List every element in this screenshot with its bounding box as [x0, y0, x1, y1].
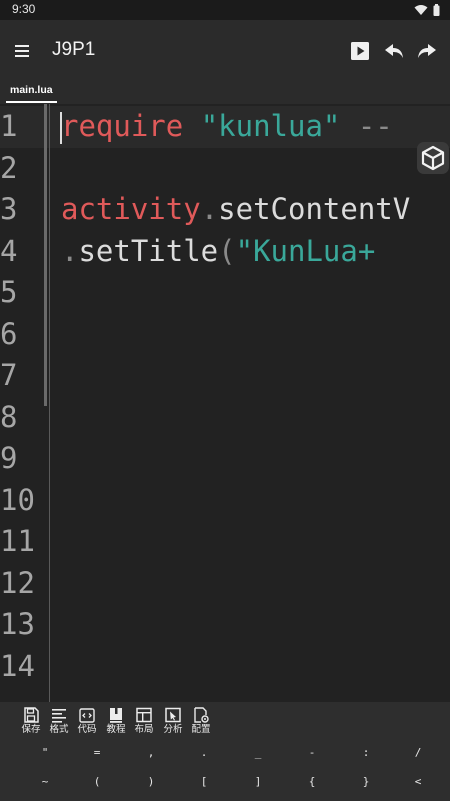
code-token-plain: setTitle	[78, 233, 219, 268]
config-button[interactable]: 配置	[188, 704, 214, 740]
code-token-keyword: require	[61, 109, 184, 143]
code-button[interactable]: 代码	[74, 704, 100, 740]
symbol-key[interactable]: =	[82, 741, 112, 765]
code-token-comment: --	[340, 109, 393, 143]
file-tab-bar: main.lua	[0, 82, 450, 104]
symbol-key[interactable]: {	[297, 770, 327, 794]
line-number: 7	[0, 358, 18, 392]
symbol-key[interactable]: ]	[243, 770, 273, 794]
code-line: activity.setContentV	[61, 189, 410, 230]
symbol-key[interactable]: :	[351, 741, 381, 765]
app-title: J9P1	[52, 39, 96, 60]
gutter-divider	[49, 104, 50, 702]
layout-button[interactable]: 布局	[131, 704, 157, 740]
bottom-toolbar: 保存 格式 代码 教程 布局 分析 配置	[0, 702, 450, 741]
symbol-key[interactable]: -	[297, 741, 327, 765]
tutorial-button[interactable]: 教程	[103, 704, 129, 740]
app-screen: 9:30 J9P1 main.lua 1 2 3 4 5 6 7 8 9 10 …	[0, 0, 450, 801]
app-bar: J9P1	[0, 20, 450, 82]
line-number: 11	[0, 524, 35, 558]
line-number: 6	[0, 316, 18, 351]
menu-icon[interactable]	[10, 39, 34, 63]
line-number: 9	[0, 441, 18, 475]
symbol-key[interactable]: ,	[136, 741, 166, 765]
symbol-input-bar: " =,. _ -: / ~ () [] {} <	[0, 741, 450, 801]
line-number: 12	[0, 565, 35, 600]
undo-button[interactable]	[382, 39, 406, 63]
text-cursor	[60, 112, 62, 144]
editor-scrollbar[interactable]	[44, 104, 47, 406]
line-number: 8	[0, 399, 18, 434]
redo-icon	[415, 44, 439, 67]
symbol-key[interactable]: }	[351, 770, 381, 794]
line-number: 2	[0, 150, 18, 185]
line-number: 5	[0, 275, 18, 309]
line-number: 1	[0, 109, 18, 143]
line-number: 4	[0, 233, 18, 268]
symbol-key[interactable]: )	[136, 770, 166, 794]
code-line: require "kunlua" --	[61, 106, 393, 147]
symbol-key[interactable]: ~	[30, 770, 60, 794]
analyze-button[interactable]: 分析	[160, 704, 186, 740]
line-number: 14	[0, 648, 35, 683]
line-number: 3	[0, 192, 18, 226]
status-bar: 9:30	[0, 0, 450, 20]
symbol-key[interactable]: /	[403, 741, 433, 765]
status-time: 9:30	[12, 2, 36, 16]
code-token-punct: .	[61, 233, 79, 268]
symbol-key[interactable]: [	[189, 770, 219, 794]
symbol-key[interactable]: _	[243, 741, 273, 765]
line-number: 10	[0, 482, 35, 517]
battery-icon	[433, 1, 440, 20]
run-button[interactable]	[348, 39, 372, 63]
tab-label: main.lua	[10, 84, 53, 96]
code-token-punct: .	[200, 192, 219, 226]
code-line: .setTitle("KunLua+	[61, 231, 375, 272]
symbol-key[interactable]: .	[189, 741, 219, 765]
active-tab-indicator	[6, 101, 57, 103]
symbol-key[interactable]: (	[82, 770, 112, 794]
code-token-string: "KunLua+	[235, 233, 376, 268]
tab-main-lua[interactable]: main.lua	[6, 82, 57, 104]
status-icons	[414, 3, 440, 17]
symbol-key[interactable]: "	[30, 741, 60, 765]
line-number: 13	[0, 607, 35, 641]
wifi-icon	[414, 1, 428, 20]
code-token-plain: setContentV	[218, 192, 411, 226]
floating-cube-button[interactable]	[417, 142, 449, 174]
save-button[interactable]: 保存	[18, 704, 44, 740]
cube-icon	[417, 145, 449, 178]
code-token-keyword: activity	[61, 192, 201, 226]
tool-label: 配置	[191, 724, 211, 735]
redo-button[interactable]	[415, 39, 439, 63]
format-button[interactable]: 格式	[46, 704, 72, 740]
code-editor[interactable]: 1 2 3 4 5 6 7 8 9 10 11 12 13 14 require "kunlua" -- a…	[0, 104, 450, 702]
code-token-string: "kunlua"	[200, 109, 341, 143]
undo-icon	[382, 44, 406, 67]
symbol-key[interactable]: <	[403, 770, 433, 794]
code-token-punct: (	[218, 233, 236, 268]
run-icon	[348, 42, 372, 67]
line-number-gutter: 1 2 3 4 5 6 7 8 9 10 11 12 13 14	[0, 104, 48, 702]
